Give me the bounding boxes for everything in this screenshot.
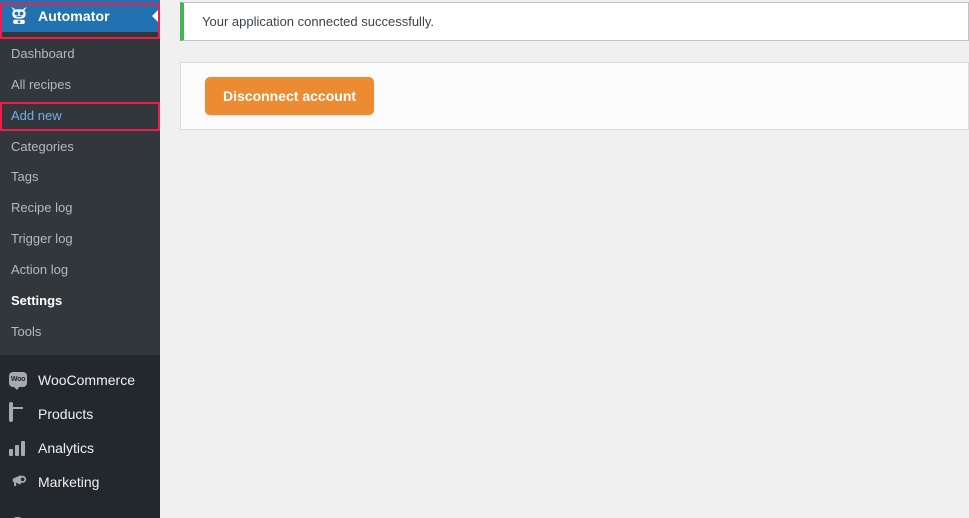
- sidebar-item-products[interactable]: Products: [0, 397, 160, 431]
- sidebar-item-recipe-log[interactable]: Recipe log: [0, 193, 160, 224]
- sidebar-item-woocommerce-label: WooCommerce: [38, 372, 135, 389]
- sidebar-item-dashboard[interactable]: Dashboard: [0, 39, 160, 70]
- products-box-icon: [9, 402, 29, 424]
- sidebar-item-tags[interactable]: Tags: [0, 162, 160, 193]
- analytics-bar-chart-icon: [9, 438, 29, 458]
- sidebar-item-categories[interactable]: Categories: [0, 132, 160, 163]
- admin-content-area: Your application connected successfully.…: [160, 0, 969, 518]
- automator-robot-icon: [9, 6, 29, 26]
- sidebar-item-all-recipes[interactable]: All recipes: [0, 70, 160, 101]
- sidebar-item-analytics[interactable]: Analytics: [0, 431, 160, 465]
- menu-separator: [0, 499, 160, 509]
- account-panel: Disconnect account: [180, 62, 969, 130]
- sidebar-item-automator-label: Automator: [38, 8, 110, 24]
- woocommerce-icon: Woo: [9, 370, 29, 391]
- sidebar-item-add-new[interactable]: Add new: [0, 101, 160, 132]
- sidebar-item-analytics-label: Analytics: [38, 440, 95, 457]
- sidebar-item-automator[interactable]: Automator: [0, 0, 160, 32]
- admin-sidebar: Automator Dashboard All recipes Add new …: [0, 0, 160, 518]
- sidebar-item-marketing-label: Marketing: [38, 474, 100, 491]
- sidebar-item-trigger-log[interactable]: Trigger log: [0, 224, 160, 255]
- sidebar-item-woocommerce[interactable]: Woo WooCommerce: [0, 363, 160, 397]
- sidebar-item-marketing[interactable]: Marketing: [0, 465, 160, 499]
- success-notice: Your application connected successfully.: [180, 2, 969, 41]
- menu-pointer-arrow-icon: [152, 8, 160, 24]
- wordpress-admin-screen: Automator Dashboard All recipes Add new …: [0, 0, 969, 518]
- sidebar-item-elementor[interactable]: Elementor: [0, 509, 160, 518]
- disconnect-account-button[interactable]: Disconnect account: [205, 77, 375, 115]
- sidebar-item-action-log[interactable]: Action log: [0, 255, 160, 286]
- admin-main-menu: Woo WooCommerce Products Analytics Marke…: [0, 355, 160, 518]
- sidebar-item-products-label: Products: [38, 406, 94, 423]
- success-notice-message: Your application connected successfully.: [202, 14, 434, 29]
- sidebar-item-tools[interactable]: Tools: [0, 317, 160, 348]
- sidebar-item-settings[interactable]: Settings: [0, 286, 160, 317]
- automator-submenu: Dashboard All recipes Add new Categories…: [0, 32, 160, 356]
- marketing-megaphone-icon: [9, 472, 29, 492]
